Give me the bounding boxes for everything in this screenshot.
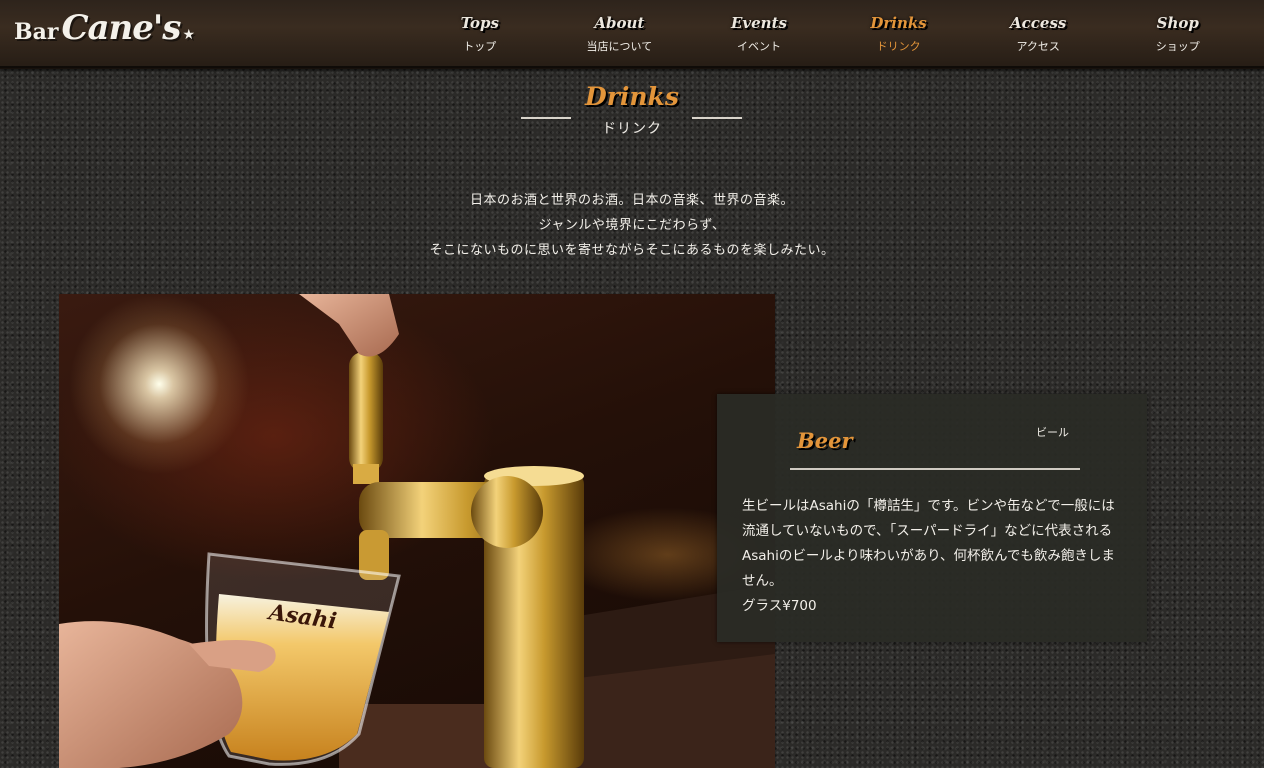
- nav-label-ja: 当店について: [586, 40, 653, 53]
- beer-description: 生ビールはAsahiの「樽詰生」です。ビンや缶などで一般には流通していないもので…: [742, 498, 1115, 589]
- nav-label-ja: トップ: [463, 40, 497, 53]
- nav-label-ja: ショップ: [1155, 40, 1200, 53]
- logo-canes-text: Cane's: [61, 8, 181, 48]
- intro-line: ジャンルや境界にこだわらず、: [538, 218, 726, 233]
- site-header: Bar Cane's ★ Tops トップ About 当店について Event…: [0, 0, 1264, 69]
- nav-label-ja: ドリンク: [876, 40, 921, 53]
- heading-divider-left: [521, 117, 571, 119]
- nav-item-about[interactable]: About 当店について: [550, 0, 690, 68]
- nav-label-en: Shop: [1156, 14, 1199, 32]
- heading-divider-right: [692, 117, 742, 119]
- beer-title-en: Beer: [797, 428, 853, 453]
- nav-label-en: About: [594, 14, 645, 32]
- tap-handle: [349, 352, 383, 472]
- section-heading: Drinks ドリンク: [0, 82, 1264, 138]
- nav-label-ja: アクセス: [1016, 40, 1060, 53]
- nav-label-en: Drinks: [870, 14, 927, 32]
- site-logo[interactable]: Bar Cane's ★: [14, 8, 195, 54]
- beer-title-ja: ビール: [1036, 426, 1069, 439]
- nav-item-access[interactable]: Access アクセス: [968, 0, 1108, 68]
- faucet-knob: [471, 476, 543, 548]
- nav-item-tops[interactable]: Tops トップ: [410, 0, 550, 68]
- beer-tap-illustration: Asahi: [59, 294, 775, 768]
- nav-label-en: Tops: [460, 14, 499, 32]
- section-title-en: Drinks: [585, 82, 679, 111]
- nav-item-events[interactable]: Events イベント: [689, 0, 829, 68]
- beer-tap-photo: Asahi: [59, 294, 775, 768]
- logo-bar-text: Bar: [14, 19, 59, 45]
- section-title-ja: ドリンク: [602, 121, 662, 137]
- intro-text: 日本のお酒と世界のお酒。日本の音楽、世界の音楽。 ジャンルや境界にこだわらず、 …: [0, 188, 1264, 263]
- beer-card: Beer ビール 生ビールはAsahiの「樽詰生」です。ビンや缶などで一般には流…: [717, 394, 1147, 642]
- nav-label-en: Access: [1010, 14, 1067, 32]
- nav-label-ja: イベント: [736, 40, 781, 53]
- tap-handle-collar: [353, 464, 379, 484]
- nav-item-drinks[interactable]: Drinks ドリンク: [829, 0, 969, 68]
- nav-label-en: Events: [730, 14, 787, 32]
- intro-line: 日本のお酒と世界のお酒。日本の音楽、世界の音楽。: [469, 193, 794, 208]
- intro-line: そこにないものに思いを寄せながらそこにあるものを楽しみたい。: [429, 243, 835, 258]
- main-nav: Tops トップ About 当店について Events イベント Drinks…: [410, 0, 1248, 68]
- beer-price: グラス¥700: [742, 598, 817, 614]
- star-icon: ★: [182, 27, 196, 43]
- beer-title-divider: [790, 468, 1080, 470]
- nav-item-shop[interactable]: Shop ショップ: [1108, 0, 1248, 68]
- hand-top: [299, 294, 399, 357]
